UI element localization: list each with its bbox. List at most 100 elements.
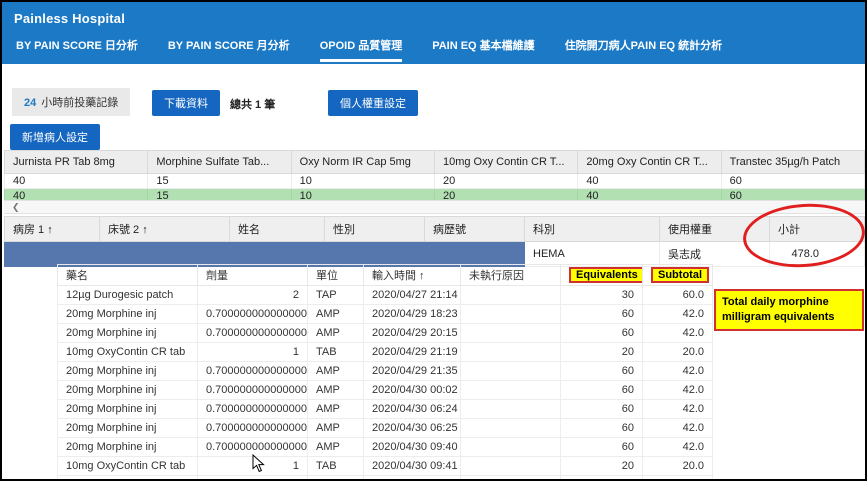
- column-header[interactable]: 藥名: [58, 265, 198, 286]
- table-row[interactable]: 401510204060: [5, 174, 865, 189]
- tab-by-pain-score-day[interactable]: BY PAIN SCORE 日分析: [16, 37, 138, 62]
- nav-tabs: BY PAIN SCORE 日分析 BY PAIN SCORE 月分析 OPOI…: [2, 26, 865, 62]
- table-row[interactable]: 10mg OxyContin CR tab1TAB2020/04/30 09:4…: [58, 457, 713, 476]
- column-header-label: 輸入時間 ↑: [372, 270, 425, 282]
- download-button[interactable]: 下載資料: [152, 90, 220, 116]
- table-cell: 2020/04/29 20:15: [364, 324, 461, 343]
- table-row[interactable]: 20mg Morphine inj0.7000000000000001AMP20…: [58, 438, 713, 457]
- column-header-label: 病歷號: [433, 224, 466, 236]
- column-header[interactable]: Morphine Sulfate Tab...: [148, 151, 291, 174]
- table-row[interactable]: HEMA吳志成478.0: [5, 242, 865, 267]
- table-cell: [100, 242, 230, 267]
- hours-record-label: 24小時前投藥記錄: [12, 88, 130, 116]
- app-window: Painless Hospital BY PAIN SCORE 日分析 BY P…: [0, 0, 867, 481]
- table-cell: TAP: [308, 286, 364, 305]
- column-header[interactable]: 小計: [770, 217, 865, 242]
- table-cell: [5, 242, 100, 267]
- table-cell: 42.0: [643, 438, 713, 457]
- table-cell: [461, 438, 561, 457]
- column-header[interactable]: 床號 2 ↑: [100, 217, 230, 242]
- table-row[interactable]: 20mg Morphine inj0.7000000000000001AMP20…: [58, 305, 713, 324]
- column-header[interactable]: 使用權重: [660, 217, 770, 242]
- table-cell: 2020/04/30 09:41: [364, 457, 461, 476]
- table-cell: 0.7000000000000001: [198, 324, 308, 343]
- column-header[interactable]: 未執行原因: [461, 265, 561, 286]
- drug-equivalent-table: Jurnista PR Tab 8mg Morphine Sulfate Tab.…: [4, 150, 865, 204]
- column-header[interactable]: Subtotal: [643, 265, 713, 286]
- table-cell: 20mg Morphine inj: [58, 305, 198, 324]
- column-header[interactable]: Jurnista PR Tab 8mg: [5, 151, 148, 174]
- table-row[interactable]: 10mg OxyContin CR tab1TAB2020/04/29 21:1…: [58, 343, 713, 362]
- column-header-label: 20mg Oxy Contin CR T...: [586, 156, 707, 168]
- table-cell: 42.0: [643, 305, 713, 324]
- table-cell: 0.7000000000000001: [198, 362, 308, 381]
- table-row[interactable]: 20mg Morphine inj0.7000000000000001AMP20…: [58, 476, 713, 481]
- table-cell: [230, 242, 325, 267]
- table-cell: 2020/04/30 00:02: [364, 381, 461, 400]
- horizontal-scrollbar[interactable]: ❮: [4, 200, 865, 214]
- table-cell: 42.0: [643, 381, 713, 400]
- scroll-left-icon[interactable]: ❮: [12, 202, 20, 212]
- table-row[interactable]: 20mg Morphine inj0.7000000000000001AMP20…: [58, 362, 713, 381]
- column-header[interactable]: 劑量: [198, 265, 308, 286]
- column-header-label: Subtotal: [651, 267, 709, 283]
- tab-pain-eq-maintenance[interactable]: PAIN EQ 基本檔維護: [432, 37, 534, 62]
- column-header[interactable]: 科別: [525, 217, 660, 242]
- table-cell: 60: [561, 362, 643, 381]
- table-cell: [461, 457, 561, 476]
- column-header[interactable]: 輸入時間 ↑: [364, 265, 461, 286]
- column-header-label: Oxy Norm IR Cap 5mg: [300, 156, 411, 168]
- column-header[interactable]: 病房 1 ↑: [5, 217, 100, 242]
- tab-pain-eq-statistics[interactable]: 住院開刀病人PAIN EQ 統計分析: [565, 37, 722, 62]
- table-cell: HEMA: [525, 242, 660, 267]
- tab-opoid-quality[interactable]: OPOID 品質管理: [320, 37, 403, 62]
- app-title: Painless Hospital: [2, 2, 865, 26]
- table-cell: 60: [721, 174, 864, 189]
- table-cell: 478.0: [770, 242, 865, 267]
- table-cell: 20mg Morphine inj: [58, 400, 198, 419]
- annotation-callout: Total daily morphine milligram equivalen…: [714, 289, 864, 331]
- table-cell: 20mg Morphine inj: [58, 419, 198, 438]
- tab-by-pain-score-month[interactable]: BY PAIN SCORE 月分析: [168, 37, 290, 62]
- table-cell: 0.7000000000000001: [198, 438, 308, 457]
- personal-weight-button[interactable]: 個人權重設定: [328, 90, 418, 116]
- column-header[interactable]: 20mg Oxy Contin CR T...: [578, 151, 721, 174]
- table-cell: [325, 242, 425, 267]
- table-row[interactable]: 12µg Durogesic patch2TAP2020/04/27 21:14…: [58, 286, 713, 305]
- table-cell: [461, 362, 561, 381]
- table-cell: 20: [561, 457, 643, 476]
- table-cell: 20: [434, 174, 577, 189]
- table-cell: 20mg Morphine inj: [58, 324, 198, 343]
- table-cell: 40: [578, 174, 721, 189]
- column-header-label: 性別: [333, 224, 355, 236]
- column-header[interactable]: 性別: [325, 217, 425, 242]
- column-header-label: Jurnista PR Tab 8mg: [13, 156, 115, 168]
- table-cell: 60: [561, 381, 643, 400]
- table-row[interactable]: 20mg Morphine inj0.7000000000000001AMP20…: [58, 324, 713, 343]
- column-header[interactable]: Oxy Norm IR Cap 5mg: [291, 151, 434, 174]
- column-header-label: 小計: [778, 224, 800, 236]
- hours-label: 小時前投藥記錄: [41, 97, 118, 109]
- add-patient-button[interactable]: 新增病人設定: [10, 124, 100, 150]
- column-header[interactable]: Equivalents: [561, 265, 643, 286]
- column-header-label: 10mg Oxy Contin CR T...: [443, 156, 564, 168]
- table-row[interactable]: 20mg Morphine inj0.7000000000000001AMP20…: [58, 381, 713, 400]
- total-count-label: 總共 1 筆: [230, 96, 275, 112]
- column-header[interactable]: 10mg Oxy Contin CR T...: [434, 151, 577, 174]
- column-header[interactable]: 病歷號: [425, 217, 525, 242]
- table-cell: 吳志成: [660, 242, 770, 267]
- column-header[interactable]: Transtec 35µg/h Patch: [721, 151, 864, 174]
- table-row[interactable]: 20mg Morphine inj0.7000000000000001AMP20…: [58, 419, 713, 438]
- column-header[interactable]: 單位: [308, 265, 364, 286]
- column-header[interactable]: 姓名: [230, 217, 325, 242]
- table-row[interactable]: 20mg Morphine inj0.7000000000000001AMP20…: [58, 400, 713, 419]
- table-cell: 2020/04/30 06:25: [364, 419, 461, 438]
- table-cell: 30: [561, 286, 643, 305]
- table-cell: 60: [561, 419, 643, 438]
- app-header: Painless Hospital BY PAIN SCORE 日分析 BY P…: [2, 2, 865, 64]
- column-header-label: Morphine Sulfate Tab...: [156, 156, 269, 168]
- table-cell: 2020/04/29 21:35: [364, 362, 461, 381]
- table-cell: 60.0: [643, 286, 713, 305]
- table-cell: [461, 400, 561, 419]
- column-header-label: Transtec 35µg/h Patch: [730, 156, 841, 168]
